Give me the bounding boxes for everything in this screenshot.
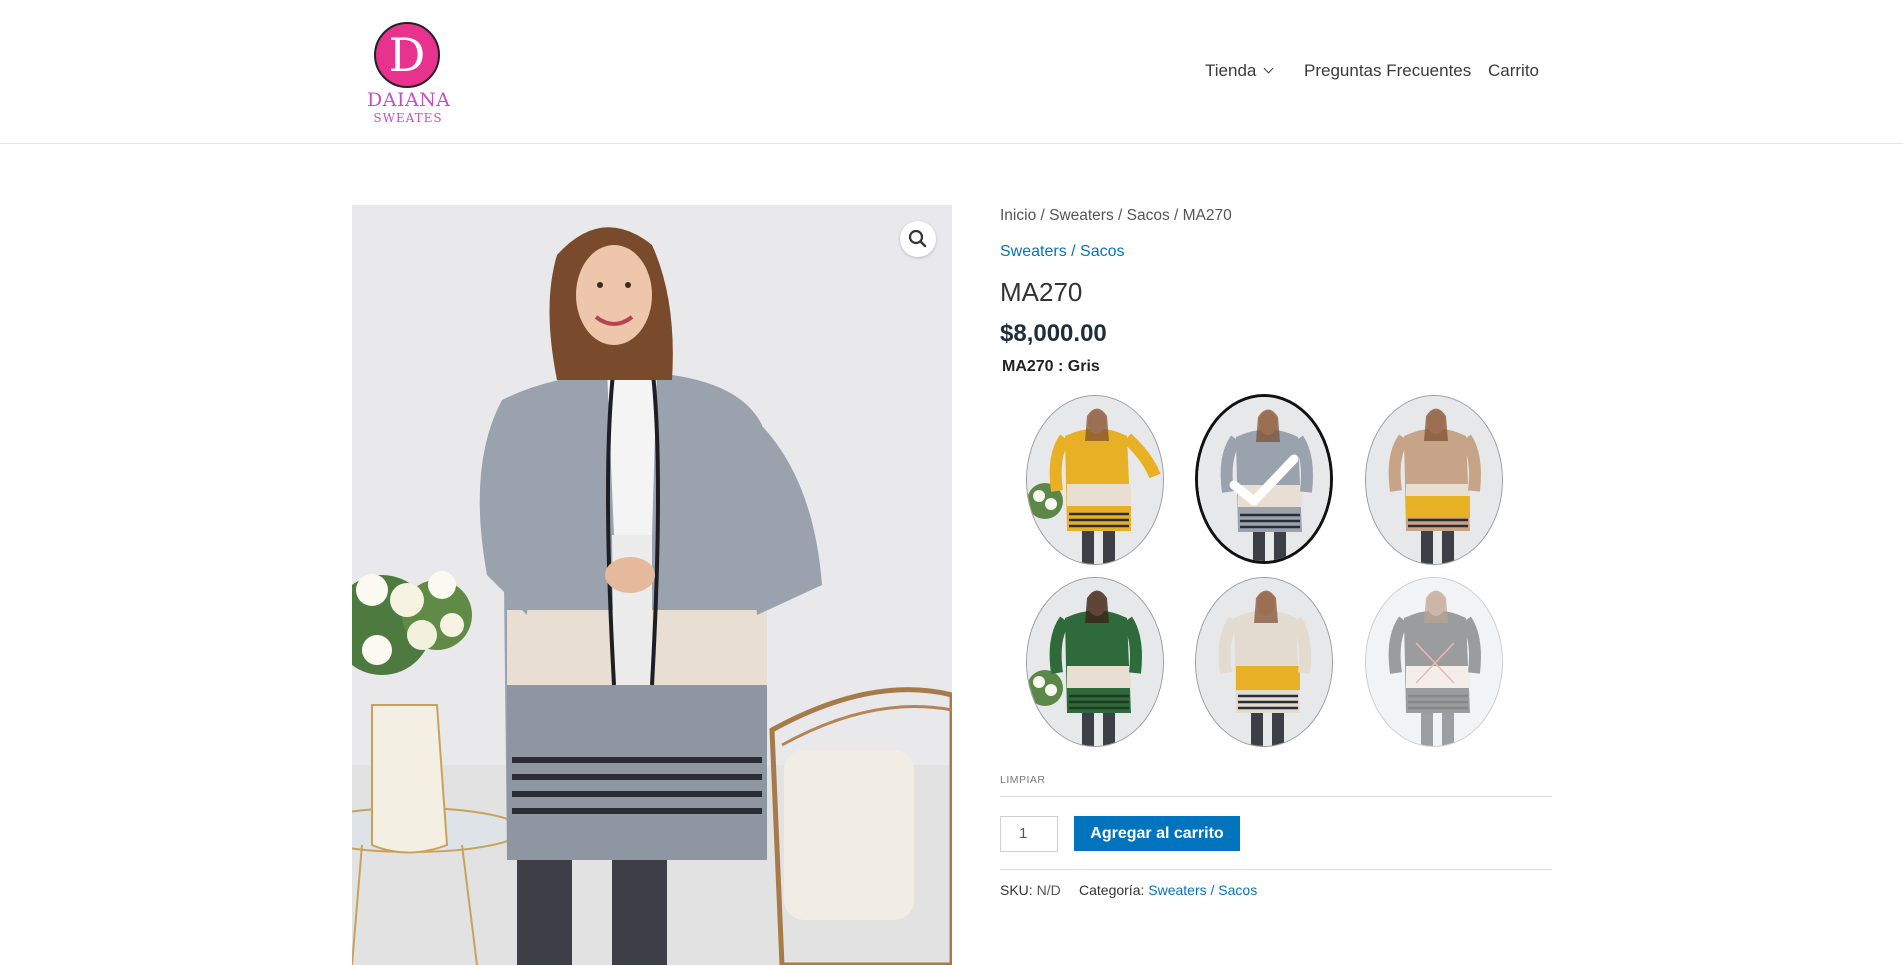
category-value-link[interactable]: Sweaters / Sacos [1148, 882, 1257, 898]
category-link[interactable]: Sweaters / Sacos [1000, 243, 1125, 261]
category-meta: Categoría: Sweaters / Sacos [1079, 882, 1257, 898]
swatch-amarillo[interactable] [1026, 395, 1164, 565]
variation-label: MA270 : Gris [1002, 358, 1100, 375]
product-title: MA270 [1000, 277, 1083, 307]
logo-circle: D [374, 22, 440, 88]
divider [1000, 796, 1552, 797]
swatch-gris[interactable] [1195, 394, 1333, 564]
site-logo[interactable]: D DAIANA SWEATES [367, 20, 457, 130]
clear-selection-link[interactable]: LIMPIAR [1000, 774, 1046, 786]
quantity-input[interactable]: 1 [1000, 816, 1058, 852]
chevron-down-icon [1263, 63, 1274, 74]
swatch-negro[interactable] [1365, 577, 1503, 747]
site-header: D DAIANA SWEATES Tienda Preguntas Frecue… [0, 0, 1903, 144]
swatch-camel-image [1366, 396, 1502, 564]
breadcrumb[interactable]: Inicio / Sweaters / Sacos / MA270 [1000, 207, 1232, 225]
sku-value: N/D [1036, 882, 1061, 898]
swatch-verde-image [1027, 578, 1163, 746]
product-price: $8,000.00 [1000, 320, 1107, 347]
search-icon [908, 229, 927, 248]
swatch-amarillo-image [1027, 396, 1163, 564]
swatch-negro-image [1366, 578, 1502, 746]
sku-meta: SKU: N/D [1000, 882, 1061, 898]
logo-subtitle: SWEATES [373, 111, 443, 125]
zoom-button[interactable] [900, 221, 936, 257]
nav-item-preguntas-frecuentes[interactable]: Preguntas Frecuentes [1304, 61, 1471, 81]
nav-item-tienda-label: Tienda [1205, 61, 1257, 80]
swatch-gris-image [1198, 397, 1330, 561]
swatch-verde[interactable] [1026, 577, 1164, 747]
nav-item-tienda[interactable]: Tienda [1205, 61, 1274, 81]
nav-item-carrito[interactable]: Carrito [1488, 61, 1539, 81]
add-to-cart-button[interactable]: Agregar al carrito [1074, 816, 1240, 851]
swatch-camel[interactable] [1365, 395, 1503, 565]
swatch-beige[interactable] [1195, 577, 1333, 747]
logo-letter: D [388, 28, 426, 82]
divider [1000, 869, 1552, 870]
sku-label: SKU: [1000, 882, 1033, 898]
swatch-beige-image [1196, 578, 1332, 746]
category-label: Categoría: [1079, 882, 1145, 898]
logo-name: DAIANA [367, 89, 451, 111]
product-main-image[interactable] [352, 205, 952, 965]
